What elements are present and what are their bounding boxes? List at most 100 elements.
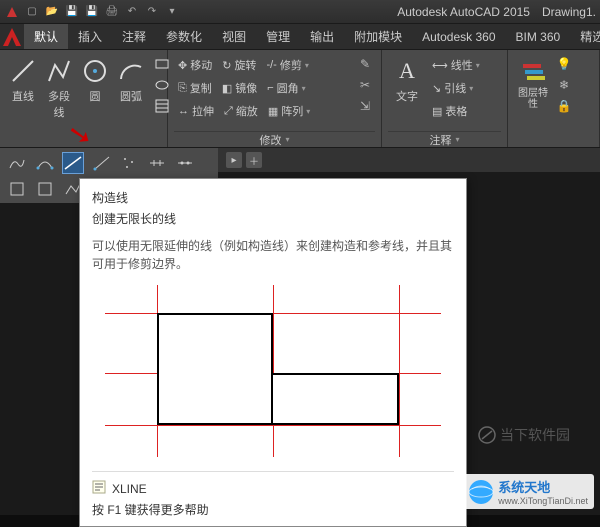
watermark-2: 系统天地 www.XiTongTianDi.net: [462, 474, 594, 509]
qat-redo-icon[interactable]: ↷: [144, 4, 160, 20]
command-icon: [92, 480, 106, 497]
polyline-button[interactable]: 多段线: [42, 54, 76, 147]
tab-insert[interactable]: 插入: [68, 24, 112, 49]
layer-props-label: 图层特性: [516, 88, 550, 110]
line-icon: [8, 56, 38, 86]
layer-iso-icon[interactable]: ❄: [554, 75, 574, 95]
panel-layer: 图层特性 💡 ❄ 🔒: [508, 50, 600, 147]
polyline-label: 多段线: [44, 88, 74, 120]
panel-modify-title[interactable]: 修改▾: [174, 131, 375, 147]
title-bar: ▢ 📂 💾 💾 🖨 ↶ ↷ ▾ Autodesk AutoCAD 2015 Dr…: [0, 0, 600, 24]
circle-button[interactable]: 圆: [78, 54, 112, 147]
panel-modify: ✥移动 ↻旋转 -/-修剪▾ ⎘复制 ◧镜像 ⌐圆角▾ ↔拉伸 ⤢缩放 ▦阵列▾…: [168, 50, 382, 147]
trim-icon: -/-: [266, 59, 276, 71]
move-button[interactable]: ✥移动: [174, 54, 216, 76]
tab-view[interactable]: 视图: [212, 24, 256, 49]
stretch-icon: ↔: [178, 105, 189, 117]
qat-save-icon[interactable]: 💾: [64, 4, 80, 20]
panel-annotation-title[interactable]: 注释▾: [388, 131, 501, 147]
erase-icon[interactable]: ✎: [355, 54, 375, 74]
point-multiple-icon[interactable]: [118, 152, 140, 174]
layer-lock-icon[interactable]: 🔒: [554, 96, 574, 116]
tooltip-help: 按 F1 键获得更多帮助: [92, 501, 454, 518]
move-icon: ✥: [178, 59, 187, 72]
array-button[interactable]: ▦阵列▾: [264, 100, 314, 122]
copy-button[interactable]: ⎘复制: [174, 77, 216, 99]
layer-props-button[interactable]: 图层特性: [514, 54, 552, 147]
tab-annotate[interactable]: 注释: [112, 24, 156, 49]
arc-label: 圆弧: [120, 88, 142, 104]
tab-default[interactable]: 默认: [24, 24, 68, 49]
ray-icon[interactable]: [90, 152, 112, 174]
tab-a360[interactable]: Autodesk 360: [412, 24, 505, 49]
stretch-button[interactable]: ↔拉伸: [174, 100, 218, 122]
text-icon: A: [392, 56, 422, 86]
tooltip-command: XLINE: [92, 471, 454, 497]
rotate-icon: ↻: [222, 59, 231, 72]
leader-icon: ↘: [432, 82, 441, 95]
region-icon[interactable]: [6, 178, 28, 200]
qat-new-icon[interactable]: ▢: [24, 4, 40, 20]
ribbon-tabs: 默认 插入 注释 参数化 视图 管理 输出 附加模块 Autodesk 360 …: [0, 24, 600, 50]
layer-state-icon[interactable]: 💡: [554, 54, 574, 74]
tooltip-command-text: XLINE: [112, 482, 147, 496]
tooltip-figure: [105, 285, 441, 457]
table-button[interactable]: ▤表格: [428, 100, 501, 122]
line-label: 直线: [12, 88, 34, 104]
layer-props-icon: [518, 56, 548, 86]
table-icon: ▤: [432, 105, 442, 118]
qat-saveas-icon[interactable]: 💾: [84, 4, 100, 20]
tooltip-xline: 构造线 创建无限长的线 可以使用无限延伸的线（例如构造线）来创建构造和参考线，并…: [79, 178, 467, 527]
app-title: Autodesk AutoCAD 2015: [397, 5, 530, 19]
panel-annotation: A 文字 ⟷线性▾ ↘引线▾ ▤表格 注释▾: [382, 50, 508, 147]
tab-bim360[interactable]: BIM 360: [506, 24, 571, 49]
divide-icon[interactable]: [146, 152, 168, 174]
polyline-icon: [44, 56, 74, 86]
fillet-icon: ⌐: [267, 82, 273, 94]
circle-label: 圆: [90, 88, 101, 104]
text-label: 文字: [396, 88, 418, 104]
qat-app-icon[interactable]: [4, 4, 20, 20]
qat-undo-icon[interactable]: ↶: [124, 4, 140, 20]
offset-icon[interactable]: ⇲: [355, 96, 375, 116]
leader-button[interactable]: ↘引线▾: [428, 77, 501, 99]
copy-icon: ⎘: [178, 82, 187, 95]
text-button[interactable]: A 文字: [388, 54, 426, 131]
spline-fit-icon[interactable]: [6, 152, 28, 174]
fillet-button[interactable]: ⌐圆角▾: [263, 77, 309, 99]
array-icon: ▦: [268, 105, 278, 118]
wipeout-icon[interactable]: [34, 178, 56, 200]
mirror-icon: ◧: [222, 82, 232, 95]
dim-linear-icon: ⟷: [432, 59, 448, 72]
dim-linear-button[interactable]: ⟷线性▾: [428, 54, 501, 76]
tab-manage[interactable]: 管理: [256, 24, 300, 49]
trim-button[interactable]: -/-修剪▾: [262, 54, 312, 76]
tab-featured[interactable]: 精选应用: [570, 24, 600, 49]
new-tab-icon[interactable]: ＋: [246, 152, 262, 168]
start-tab-icon[interactable]: ▸: [226, 152, 242, 168]
explode-icon[interactable]: ✂: [355, 75, 375, 95]
line-button[interactable]: 直线: [6, 54, 40, 147]
watermark-1: 当下软件园: [478, 425, 570, 445]
rotate-button[interactable]: ↻旋转: [218, 54, 260, 76]
app-logo[interactable]: [0, 24, 24, 49]
measure-icon[interactable]: [174, 152, 196, 174]
scale-button[interactable]: ⤢缩放: [220, 100, 262, 122]
xline-button[interactable]: [62, 152, 84, 174]
tab-output[interactable]: 输出: [300, 24, 344, 49]
qat-open-icon[interactable]: 📂: [44, 4, 60, 20]
tooltip-title: 构造线: [92, 189, 454, 206]
ribbon: 直线 多段线 圆 圆弧 ✥移: [0, 50, 600, 148]
document-name: Drawing1.: [542, 5, 596, 19]
qat-dropdown-icon[interactable]: ▾: [164, 4, 180, 20]
arc-button[interactable]: 圆弧: [114, 54, 148, 147]
document-tabs: ▸ ＋: [218, 148, 600, 172]
qat-plot-icon[interactable]: 🖨: [104, 4, 120, 20]
tooltip-subtitle: 创建无限长的线: [92, 210, 454, 227]
mirror-button[interactable]: ◧镜像: [218, 77, 261, 99]
tooltip-description: 可以使用无限延伸的线（例如构造线）来创建构造和参考线，并且其可用于修剪边界。: [92, 237, 454, 273]
tab-parametric[interactable]: 参数化: [156, 24, 212, 49]
circle-icon: [80, 56, 110, 86]
spline-cv-icon[interactable]: [34, 152, 56, 174]
tab-addins[interactable]: 附加模块: [344, 24, 412, 49]
